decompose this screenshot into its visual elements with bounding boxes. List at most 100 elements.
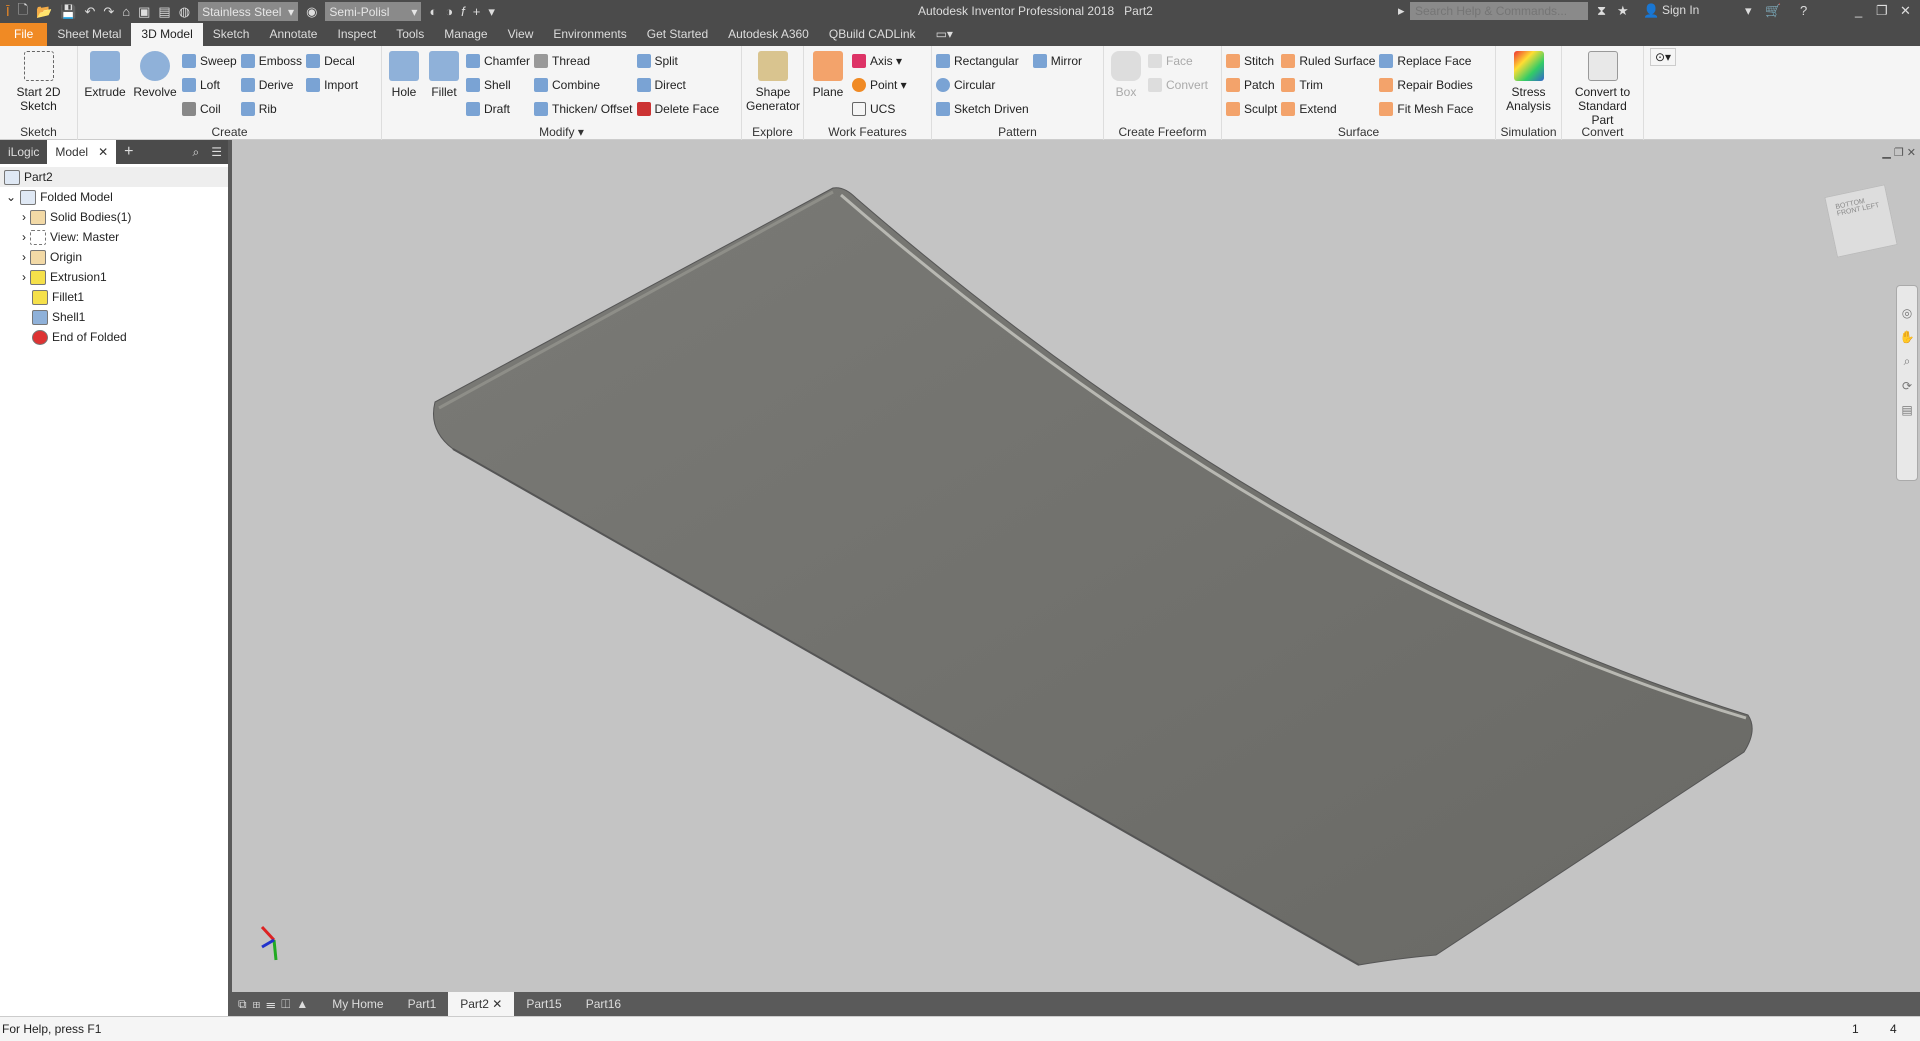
tab-model[interactable]: Model ✕ bbox=[47, 140, 117, 164]
delete-face-button[interactable]: Delete Face bbox=[636, 100, 719, 118]
help-icon[interactable]: ? bbox=[1800, 3, 1807, 18]
search-icon[interactable]: ⌕ bbox=[187, 145, 206, 160]
close-icon[interactable]: ✕ bbox=[492, 997, 502, 1011]
clear-appearance-icon[interactable]: ◑ bbox=[445, 4, 453, 19]
trim-button[interactable]: Trim bbox=[1281, 76, 1375, 94]
tab-ilogic[interactable]: iLogic bbox=[0, 140, 47, 164]
face-button[interactable]: Face bbox=[1148, 52, 1208, 70]
restore-icon[interactable]: ❐ bbox=[1876, 3, 1888, 19]
panel-toggle-icon[interactable]: ▭▾ bbox=[926, 23, 963, 46]
tree-node-view-master[interactable]: › View: Master bbox=[0, 227, 228, 247]
star-icon[interactable]: ★ bbox=[1617, 3, 1629, 19]
look-at-icon[interactable]: ▤ bbox=[1901, 403, 1912, 417]
thicken-offset-button[interactable]: Thicken/ Offset bbox=[534, 100, 633, 118]
chevron-right-icon[interactable]: › bbox=[22, 270, 26, 284]
direct-button[interactable]: Direct bbox=[636, 76, 720, 94]
sculpt-button[interactable]: Sculpt bbox=[1226, 100, 1277, 118]
graphics-viewport[interactable]: BOTTOM FRONT LEFT ▁ ❐ ✕ ◎ ✋ ⌕ ⟳ ▤ bbox=[236, 140, 1920, 992]
derive-button[interactable]: Derive bbox=[240, 76, 302, 94]
select-icon[interactable]: ▤ bbox=[158, 4, 170, 20]
axis-button[interactable]: Axis ▾ bbox=[852, 52, 907, 70]
customize-icon[interactable]: ▾ bbox=[488, 4, 495, 20]
doc-tab-part16[interactable]: Part16 bbox=[574, 992, 633, 1016]
doc-tab-part2[interactable]: Part2 ✕ bbox=[448, 992, 515, 1016]
tree-node-fillet1[interactable]: Fillet1 bbox=[0, 287, 228, 307]
combine-button[interactable]: Combine bbox=[534, 76, 632, 94]
sketch-driven-pattern-button[interactable]: Sketch Driven bbox=[936, 100, 1029, 118]
redo-icon[interactable]: ↷ bbox=[103, 4, 114, 20]
import-button[interactable]: Import bbox=[306, 76, 358, 94]
doc-tab-my-home[interactable]: My Home bbox=[320, 992, 395, 1016]
chamfer-button[interactable]: Chamfer bbox=[466, 52, 530, 70]
minimize-icon[interactable]: _ bbox=[1855, 3, 1862, 18]
ruled-surface-button[interactable]: Ruled Surface bbox=[1281, 52, 1375, 70]
coil-button[interactable]: Coil bbox=[182, 100, 237, 118]
tree-node-extrusion1[interactable]: › Extrusion1 bbox=[0, 267, 228, 287]
steering-wheel-icon[interactable]: ◎ bbox=[1902, 306, 1912, 320]
tree-node-solid-bodies[interactable]: › Solid Bodies(1) bbox=[0, 207, 228, 227]
stitch-button[interactable]: Stitch bbox=[1226, 52, 1277, 70]
convert-freeform-button[interactable]: Convert bbox=[1148, 76, 1208, 94]
tree-node-folded-model[interactable]: ⌄ Folded Model bbox=[0, 187, 228, 207]
circular-pattern-button[interactable]: Circular bbox=[936, 76, 1029, 94]
tab-annotate[interactable]: Annotate bbox=[259, 23, 327, 46]
doc-tab-part15[interactable]: Part15 bbox=[514, 992, 573, 1016]
expand-icon[interactable]: ▸ bbox=[1398, 3, 1405, 19]
tree-node-shell1[interactable]: Shell1 bbox=[0, 307, 228, 327]
chevron-down-icon[interactable]: ▾ bbox=[1745, 3, 1752, 19]
material-dropdown[interactable]: Stainless Steel ▾ bbox=[198, 2, 299, 21]
color-wheel-icon[interactable]: ◍ bbox=[179, 4, 190, 20]
extend-button[interactable]: Extend bbox=[1281, 100, 1375, 118]
chevron-right-icon[interactable]: › bbox=[22, 210, 26, 224]
signal-icon[interactable]: ⧗ bbox=[1597, 3, 1606, 19]
undo-icon[interactable]: ↶ bbox=[84, 4, 95, 20]
home-icon[interactable]: ⌂ bbox=[122, 4, 130, 19]
fx-icon[interactable]: f bbox=[461, 4, 465, 19]
tab-manage[interactable]: Manage bbox=[434, 23, 497, 46]
split-button[interactable]: Split bbox=[636, 52, 720, 70]
emboss-button[interactable]: Emboss bbox=[240, 52, 302, 70]
tab-inspect[interactable]: Inspect bbox=[327, 23, 386, 46]
tree-node-end-of-folded[interactable]: End of Folded bbox=[0, 327, 228, 347]
point-button[interactable]: Point ▾ bbox=[852, 76, 907, 94]
appearance-dropdown[interactable]: Semi-Polisl ▾ bbox=[325, 2, 422, 21]
cart-icon[interactable]: 🛒 bbox=[1765, 3, 1781, 19]
fit-mesh-face-button[interactable]: Fit Mesh Face bbox=[1379, 100, 1473, 118]
window-arrange-icons[interactable]: ⧉⊞☰◫▲ bbox=[232, 997, 320, 1012]
expand-icon[interactable]: ⌄ bbox=[6, 190, 16, 204]
add-tab-icon[interactable]: + bbox=[116, 140, 141, 164]
shell-button[interactable]: Shell bbox=[466, 76, 530, 94]
tab-qbuild-cadlink[interactable]: QBuild CADLink bbox=[819, 23, 926, 46]
tab-sketch[interactable]: Sketch bbox=[203, 23, 260, 46]
menu-icon[interactable]: ☰ bbox=[205, 145, 228, 159]
save-icon[interactable]: 💾 bbox=[60, 4, 76, 20]
search-input[interactable] bbox=[1410, 2, 1588, 20]
adjust-icon[interactable]: ◐ bbox=[429, 4, 437, 19]
tab-tools[interactable]: Tools bbox=[386, 23, 434, 46]
repair-bodies-button[interactable]: Repair Bodies bbox=[1379, 76, 1473, 94]
loft-button[interactable]: Loft bbox=[182, 76, 237, 94]
new-icon[interactable]: 🗋 bbox=[18, 1, 28, 23]
tree-node-origin[interactable]: › Origin bbox=[0, 247, 228, 267]
tab-autodesk-a360[interactable]: Autodesk A360 bbox=[718, 23, 819, 46]
modify-group-dropdown[interactable]: Modify ▾ bbox=[382, 125, 741, 139]
tab-file[interactable]: File bbox=[0, 23, 48, 46]
ribbon-options-button[interactable]: ⊙▾ bbox=[1644, 46, 1682, 139]
thread-button[interactable]: Thread bbox=[534, 52, 632, 70]
patch-button[interactable]: Patch bbox=[1226, 76, 1277, 94]
ucs-button[interactable]: UCS bbox=[852, 100, 907, 118]
orbit-icon[interactable]: ⟳ bbox=[1902, 379, 1912, 393]
decal-button[interactable]: Decal bbox=[306, 52, 358, 70]
close-icon[interactable]: ✕ bbox=[1900, 3, 1911, 19]
chevron-right-icon[interactable]: › bbox=[22, 230, 26, 244]
tab-get-started[interactable]: Get Started bbox=[637, 23, 718, 46]
folded-model-surface[interactable] bbox=[433, 187, 1753, 966]
rectangular-pattern-button[interactable]: Rectangular bbox=[936, 52, 1029, 70]
window-controls[interactable]: ▁ ❐ ✕ bbox=[1882, 146, 1916, 159]
draft-button[interactable]: Draft bbox=[466, 100, 530, 118]
update-icon[interactable]: ▣ bbox=[138, 4, 150, 20]
zoom-icon[interactable]: ⌕ bbox=[1904, 354, 1911, 369]
doc-tab-part1[interactable]: Part1 bbox=[396, 992, 449, 1016]
sign-in-link[interactable]: Sign In bbox=[1662, 3, 1699, 17]
close-icon[interactable]: ✕ bbox=[98, 145, 108, 159]
